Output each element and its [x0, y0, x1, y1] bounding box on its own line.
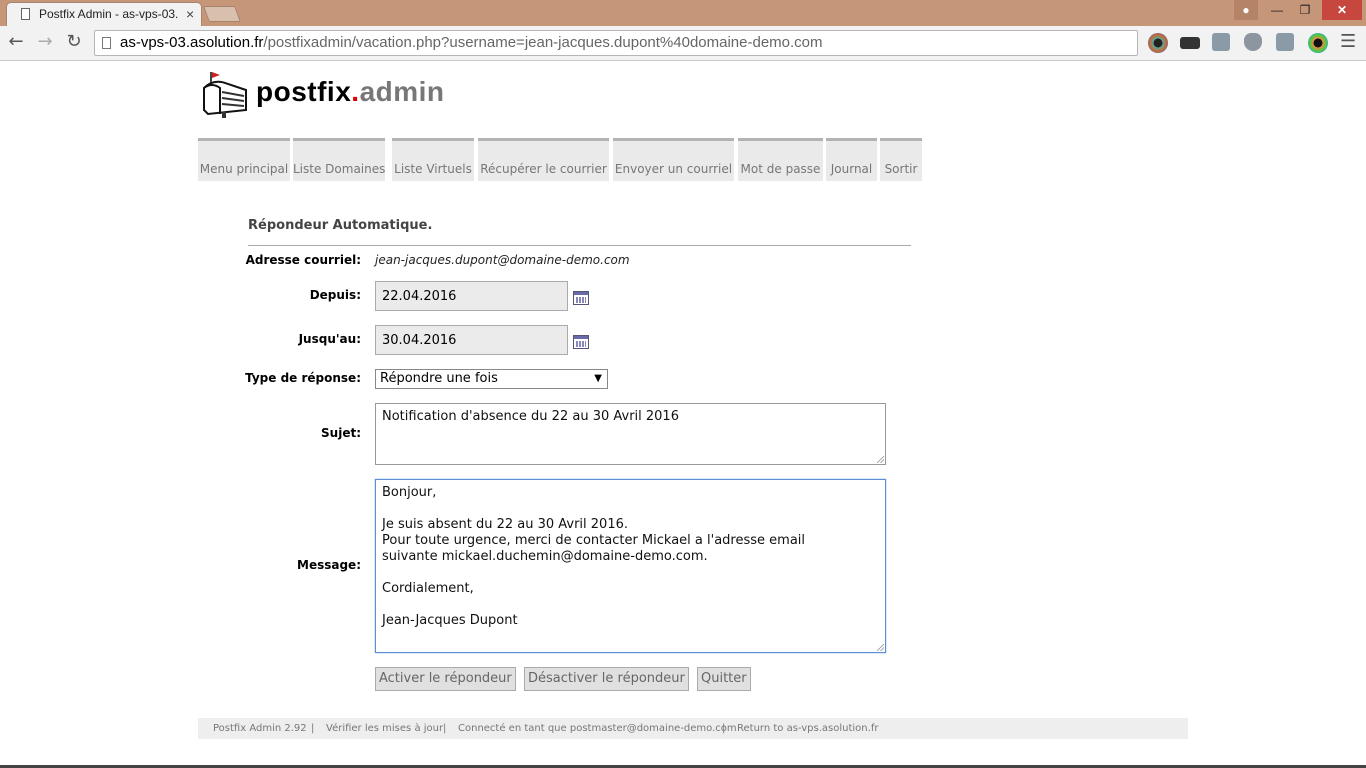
brand-title: postfix.admin: [256, 76, 445, 108]
reply-type-label: Type de réponse:: [245, 371, 361, 385]
footer-separator: |: [443, 723, 447, 734]
email-label: Adresse courriel:: [245, 253, 361, 267]
tab-title: Postfix Admin - as-vps-03.asolution.fr: [39, 7, 179, 21]
email-value: jean-jacques.dupont@domaine-demo.com: [375, 253, 630, 267]
extension-fox-icon[interactable]: [1244, 33, 1262, 51]
until-date-input[interactable]: [375, 325, 568, 355]
message-textarea[interactable]: Bonjour, Je suis absent du 22 au 30 Avri…: [375, 479, 886, 653]
message-text: Bonjour, Je suis absent du 22 au 30 Avri…: [382, 485, 806, 628]
browser-titlebar: Postfix Admin - as-vps-03.asolution.fr ×…: [0, 0, 1366, 26]
until-label: Jusqu'au:: [298, 332, 361, 346]
reply-type-value: Répondre une fois: [380, 371, 498, 386]
tab-close-icon[interactable]: ×: [186, 6, 194, 22]
brand-part1: postfix: [256, 76, 352, 107]
back-icon[interactable]: ←: [4, 30, 28, 54]
quit-button[interactable]: Quitter: [697, 667, 751, 691]
user-icon[interactable]: ●: [1234, 0, 1258, 20]
menu-item-envoyer-courriel[interactable]: Envoyer un courriel: [613, 138, 734, 181]
menu-item-sortir[interactable]: Sortir: [880, 138, 922, 181]
footer-logged-in: Connecté en tant que postmaster@domaine-…: [458, 723, 737, 734]
extension-tool2-icon[interactable]: [1276, 33, 1294, 51]
subject-text: Notification d'absence du 22 au 30 Avril…: [382, 409, 679, 424]
subject-label: Sujet:: [321, 426, 361, 440]
extension-chrome-icon[interactable]: [1308, 33, 1328, 53]
menu-item-journal[interactable]: Journal: [826, 138, 877, 181]
form-title: Répondeur Automatique.: [248, 218, 433, 233]
reload-icon[interactable]: ↻: [62, 30, 86, 54]
maximize-icon[interactable]: ❐: [1292, 0, 1318, 20]
footer-separator: |: [311, 723, 315, 734]
calendar-icon[interactable]: [573, 335, 589, 349]
page-icon: [102, 37, 111, 49]
brand-dot: .: [351, 76, 360, 107]
menu-item-mot-de-passe[interactable]: Mot de passe: [738, 138, 823, 181]
menu-icon[interactable]: ☰: [1340, 31, 1356, 52]
address-bar[interactable]: as-vps-03.asolution.fr/postfixadmin/vaca…: [94, 30, 1230, 56]
brand-part2: admin: [359, 76, 445, 107]
footer-return-link[interactable]: Return to as-vps.asolution.fr: [737, 718, 878, 739]
menu-item-liste-virtuels[interactable]: Liste Virtuels: [392, 138, 474, 181]
menu-item-liste-domaines[interactable]: Liste Domaines: [293, 138, 385, 181]
footer-separator: |: [722, 723, 726, 734]
extension-mask-icon[interactable]: [1180, 37, 1200, 49]
forward-icon[interactable]: →: [33, 30, 57, 54]
title-divider: [248, 245, 911, 246]
extension-color-icon[interactable]: [1148, 33, 1168, 53]
footer: Postfix Admin 2.92 | Vérifier les mises …: [198, 718, 1188, 739]
url-host: as-vps-03.asolution.fr: [120, 34, 264, 51]
resize-grip-icon[interactable]: [877, 644, 884, 651]
browser-tab[interactable]: Postfix Admin - as-vps-03.asolution.fr ×: [6, 2, 202, 26]
footer-version[interactable]: Postfix Admin 2.92: [213, 718, 307, 739]
reply-type-select[interactable]: Répondre une fois ▼: [375, 369, 608, 389]
close-window-icon[interactable]: ✕: [1322, 0, 1362, 20]
from-date-input[interactable]: [375, 281, 568, 311]
url-text[interactable]: as-vps-03.asolution.fr/postfixadmin/vaca…: [120, 34, 823, 51]
minimize-icon[interactable]: —: [1264, 0, 1290, 20]
resize-grip-icon[interactable]: [877, 456, 884, 463]
extension-tool-icon[interactable]: [1212, 33, 1230, 51]
mailbox-logo-icon: [203, 72, 247, 118]
message-label: Message:: [297, 558, 361, 572]
calendar-icon[interactable]: [573, 291, 589, 305]
subject-textarea[interactable]: Notification d'absence du 22 au 30 Avril…: [375, 403, 886, 465]
dropdown-arrow-icon: ▼: [594, 373, 602, 384]
footer-check-updates[interactable]: Vérifier les mises à jour: [326, 718, 443, 739]
deactivate-button[interactable]: Désactiver le répondeur: [524, 667, 689, 691]
url-path: /postfixadmin/vacation.php?username=jean…: [263, 34, 823, 51]
activate-button[interactable]: Activer le répondeur: [375, 667, 516, 691]
menu-item-recuperer-courrier[interactable]: Récupérer le courrier: [478, 138, 609, 181]
menu-item-menu-principal[interactable]: Menu principal: [198, 138, 290, 181]
new-tab-button[interactable]: [203, 6, 241, 22]
page-icon: [21, 8, 30, 20]
from-label: Depuis:: [309, 288, 361, 302]
